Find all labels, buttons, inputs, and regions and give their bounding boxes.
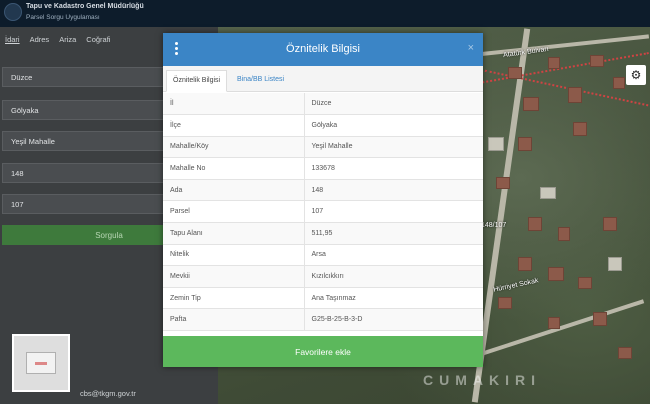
attribute-info-dialog: Öznitelik Bilgisi × Öznitelik Bilgisi Bi… bbox=[163, 33, 483, 367]
table-row: Pafta G25-B-25-B-3-D bbox=[163, 308, 483, 332]
table-row: Parsel 107 bbox=[163, 200, 483, 224]
logo-icon bbox=[4, 3, 22, 21]
attr-value: Ana Taşınmaz bbox=[304, 287, 483, 310]
street-label: Hürriyet Sokak bbox=[492, 277, 540, 294]
app-title: Tapu ve Kadastro Genel Müdürlüğü bbox=[26, 3, 144, 10]
attr-key: İl bbox=[163, 93, 305, 116]
attr-value: 107 bbox=[304, 200, 483, 224]
attr-key: Mahalle/Köy bbox=[163, 136, 305, 159]
dialog-tabs: Öznitelik Bilgisi Bina/BB Listesi bbox=[163, 66, 483, 92]
tab-adres[interactable]: Adres bbox=[25, 35, 55, 44]
attr-key: Mevkii bbox=[163, 265, 305, 288]
attr-value: Düzce bbox=[304, 93, 483, 116]
attr-key: Parsel bbox=[163, 200, 305, 224]
close-icon[interactable]: × bbox=[468, 42, 474, 54]
attr-value: 148 bbox=[304, 179, 483, 202]
tab-cografi[interactable]: Coğrafi bbox=[81, 35, 115, 44]
gear-icon: ⚙ bbox=[630, 68, 642, 82]
dialog-title: Öznitelik Bilgisi bbox=[286, 43, 360, 55]
table-row: Tapu Alanı 511,95 bbox=[163, 222, 483, 245]
device-icon bbox=[26, 352, 56, 374]
table-row: Mevkii Kızılcıkkırı bbox=[163, 265, 483, 288]
table-row: Mahalle No 133678 bbox=[163, 157, 483, 180]
table-row: Zemin Tip Ana Taşınmaz bbox=[163, 287, 483, 310]
attr-value: G25-B-25-B-3-D bbox=[304, 308, 483, 332]
app-subtitle: Parsel Sorgu Uygulaması bbox=[26, 14, 100, 21]
tab-idari[interactable]: İdari bbox=[0, 35, 25, 44]
table-row: İlçe Gölyaka bbox=[163, 114, 483, 137]
attr-key: Ada bbox=[163, 179, 305, 202]
attr-value: Arsa bbox=[304, 244, 483, 267]
contact-email-link[interactable]: cbs@tkgm.gov.tr bbox=[80, 389, 136, 398]
attr-value: Yeşil Mahalle bbox=[304, 136, 483, 159]
app-header: Tapu ve Kadastro Genel Müdürlüğü Parsel … bbox=[0, 0, 650, 27]
parcel-label: 148/107 bbox=[481, 222, 507, 229]
query-tabs: İdari Adres Ariza Coğrafi bbox=[0, 35, 115, 44]
attr-key: Mahalle No bbox=[163, 157, 305, 180]
attr-value: Kızılcıkkırı bbox=[304, 265, 483, 288]
table-row: Mahalle/Köy Yeşil Mahalle bbox=[163, 136, 483, 159]
attribute-table: İl Düzce İlçe Gölyaka Mahalle/Köy Yeşil Mah… bbox=[163, 93, 483, 332]
table-row: Ada 148 bbox=[163, 179, 483, 202]
table-row: İl Düzce bbox=[163, 93, 483, 116]
tab-attribute-info[interactable]: Öznitelik Bilgisi bbox=[166, 70, 228, 92]
thumbnail-image[interactable] bbox=[12, 334, 70, 392]
attr-key: Zemin Tip bbox=[163, 287, 305, 310]
settings-gear-button[interactable]: ⚙ bbox=[626, 65, 646, 85]
attr-key: İlçe bbox=[163, 114, 305, 137]
add-to-favorites-button[interactable]: Favorilere ekle bbox=[163, 336, 483, 367]
attr-key: Tapu Alanı bbox=[163, 222, 305, 245]
attr-value: Gölyaka bbox=[304, 114, 483, 137]
place-label: CUMAKIRI bbox=[423, 372, 541, 388]
attr-value: 133678 bbox=[304, 157, 483, 180]
attr-key: Pafta bbox=[163, 308, 305, 332]
table-row: Nitelik Arsa bbox=[163, 244, 483, 267]
tab-building-list[interactable]: Bina/BB Listesi bbox=[231, 70, 290, 92]
attr-key: Nitelik bbox=[163, 244, 305, 267]
dialog-header: Öznitelik Bilgisi × bbox=[163, 33, 483, 66]
attr-value: 511,95 bbox=[304, 222, 483, 245]
tab-ariza[interactable]: Ariza bbox=[54, 35, 81, 44]
